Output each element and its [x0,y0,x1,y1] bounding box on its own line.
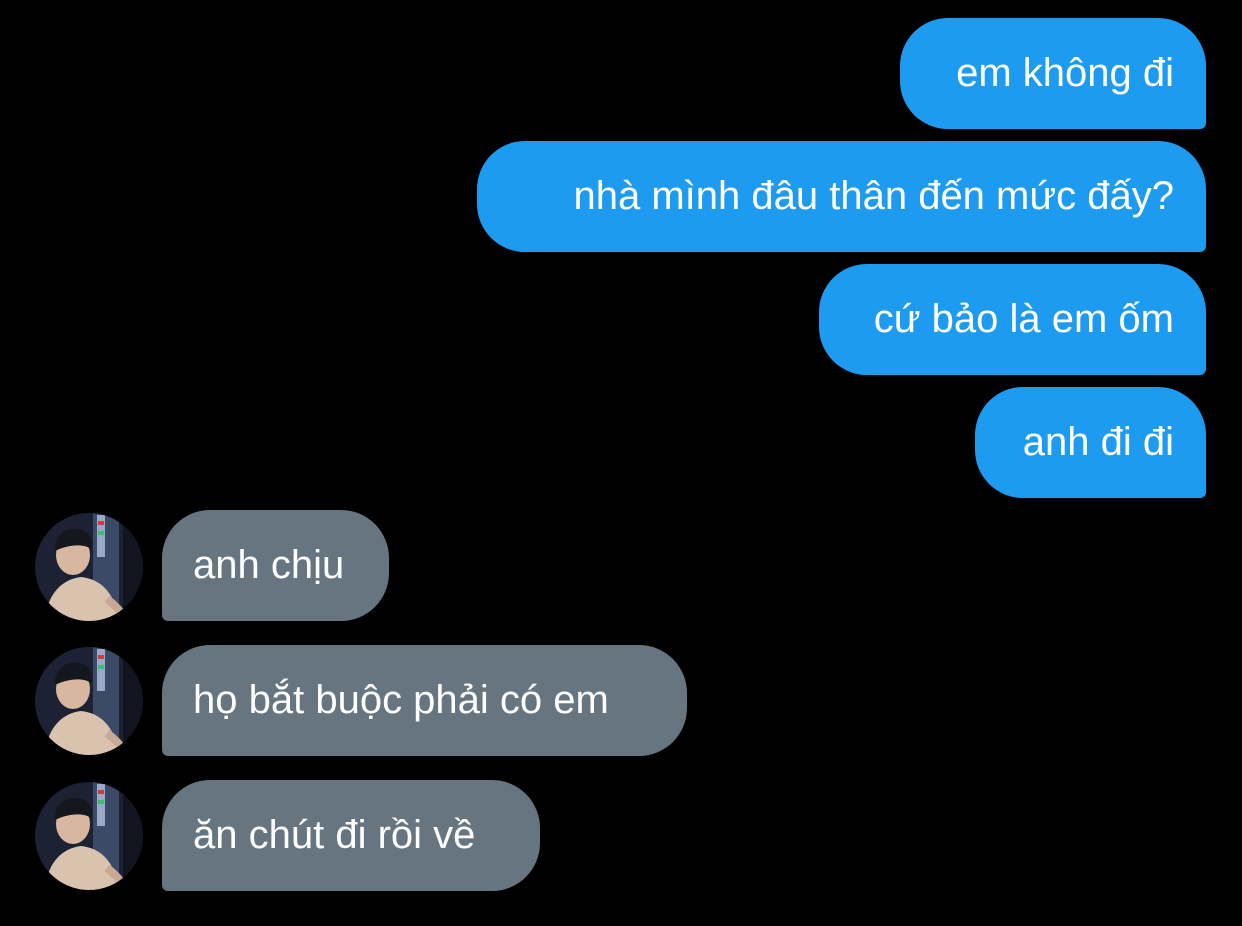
message-text: em không đi [956,51,1174,95]
message-text: anh đi đi [1022,420,1174,464]
contact-avatar[interactable] [35,513,143,621]
message-text: ăn chút đi rồi về [193,813,476,857]
sent-message-bubble[interactable]: em không đi [900,18,1206,129]
received-message-bubble[interactable]: anh chịu [162,510,389,621]
sent-message-bubble[interactable]: nhà mình đâu thân đến mức đấy? [477,141,1206,252]
message-text: cứ bảo là em ốm [873,297,1174,341]
sent-message-bubble[interactable]: cứ bảo là em ốm [819,264,1206,375]
message-text: nhà mình đâu thân đến mức đấy? [573,174,1174,218]
message-text: anh chịu [193,543,345,587]
sent-message-bubble[interactable]: anh đi đi [975,387,1206,498]
contact-avatar[interactable] [35,647,143,755]
avatar-photo [35,782,143,890]
contact-avatar[interactable] [35,782,143,890]
avatar-photo [35,647,143,755]
avatar-photo [35,513,143,621]
message-text: họ bắt buộc phải có em [193,678,609,722]
received-message-bubble[interactable]: ăn chút đi rồi về [162,780,540,891]
received-message-bubble[interactable]: họ bắt buộc phải có em [162,645,687,756]
